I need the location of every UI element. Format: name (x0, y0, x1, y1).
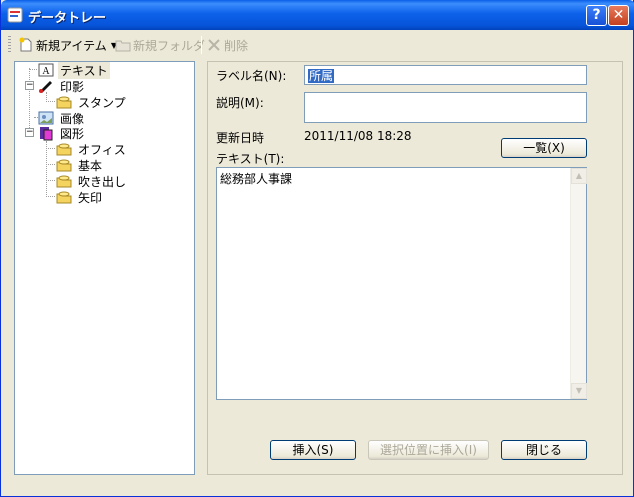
window-title: データトレー (28, 11, 107, 26)
tree-item-arrow[interactable]: 矢印 (56, 189, 104, 205)
label-name-value: 所属 (308, 69, 335, 83)
close-window-button[interactable]: ✕ (608, 5, 629, 26)
insert-at-selection-button[interactable]: 選択位置に挿入(I) (368, 440, 489, 460)
tree-line (46, 148, 55, 149)
list-button[interactable]: 一覧(X) (501, 138, 587, 158)
new-folder-label: 新規フォルダ (133, 38, 206, 53)
tree-item-label: 図形 (60, 126, 85, 141)
insert-button[interactable]: 挿入(S) (270, 440, 356, 460)
tree-item-basic[interactable]: 基本 (56, 157, 104, 173)
tree-line (46, 196, 55, 197)
folder-icon (56, 159, 72, 172)
label-name-input[interactable]: 所属 (304, 65, 587, 85)
help-button[interactable]: ? (586, 5, 607, 26)
delete-label: 削除 (224, 38, 249, 53)
tree-item-label: 印影 (60, 79, 85, 94)
tree-item-label: オフィス (78, 142, 126, 157)
tree-item-office[interactable]: オフィス (56, 141, 128, 157)
tree-line (29, 69, 37, 70)
tree-item-label: スタンプ (78, 95, 126, 110)
delete-button[interactable]: 削除 (206, 36, 248, 54)
scroll-down-icon[interactable]: ▼ (571, 383, 587, 399)
tree-line (46, 180, 55, 181)
description-label: 説明(M): (216, 96, 264, 110)
tree-line (46, 141, 47, 197)
scroll-up-icon[interactable]: ▲ (571, 168, 587, 184)
tree-item-text[interactable]: A テキスト (38, 61, 110, 79)
tree-item-shape[interactable]: 図形 (38, 125, 86, 141)
folder-icon (56, 175, 72, 188)
category-tree[interactable]: − − A テキスト 印影 スタンプ 画像 図形 オフィス 基本 吹き出し 矢印 (14, 61, 195, 475)
tree-item-stamp[interactable]: スタンプ (56, 94, 128, 110)
toolbar-separator (201, 36, 202, 54)
new-folder-button[interactable]: 新規フォルダ (115, 36, 205, 54)
seal-icon (39, 81, 52, 93)
tree-line (46, 101, 55, 102)
close-button[interactable]: 閉じる (501, 440, 587, 460)
tree-item-label: 矢印 (78, 190, 103, 205)
text-content-area[interactable]: 総務部人事課 ▲ ▼ (216, 167, 587, 400)
collapse-shape-toggle[interactable]: − (25, 128, 34, 137)
tree-item-seal[interactable]: 印影 (38, 78, 86, 94)
new-item-label: 新規アイテム (36, 38, 107, 53)
new-item-icon (19, 37, 32, 52)
tree-item-label: 吹き出し (78, 174, 127, 189)
tree-line (29, 68, 30, 128)
delete-x-icon (208, 39, 220, 51)
folder-icon (56, 143, 72, 156)
label-name-label: ラベル名(N): (216, 69, 287, 83)
data-tray-window: データトレー ? ✕ 新規アイテム ▼ 新規フォルダ 削除 − − A テキスト… (0, 0, 634, 497)
description-input[interactable] (304, 92, 587, 123)
folder-icon (115, 40, 131, 52)
collapse-seal-toggle[interactable]: − (25, 81, 34, 90)
toolbar: 新規アイテム ▼ 新規フォルダ 削除 (4, 33, 630, 57)
tree-item-label: テキスト (58, 61, 110, 79)
new-item-button[interactable]: 新規アイテム ▼ (18, 36, 117, 54)
updated-label: 更新日時 (216, 131, 265, 145)
image-icon (38, 111, 54, 125)
tree-item-label: 基本 (78, 158, 103, 173)
text-icon: A (38, 63, 54, 77)
title-bar[interactable]: データトレー ? ✕ (1, 0, 634, 30)
text-content-value: 総務部人事課 (220, 172, 293, 186)
folder-icon (56, 191, 72, 204)
updated-value: 2011/11/08 18:28 (304, 129, 412, 143)
app-icon (7, 7, 23, 23)
tree-line (46, 164, 55, 165)
folder-icon (56, 96, 72, 109)
svg-text:A: A (42, 66, 50, 77)
tree-item-callout[interactable]: 吹き出し (56, 173, 128, 189)
shape-icon (40, 127, 53, 141)
text-scrollbar[interactable]: ▲ ▼ (570, 168, 587, 399)
toolbar-grip[interactable] (8, 36, 11, 54)
text-label: テキスト(T): (216, 152, 285, 166)
